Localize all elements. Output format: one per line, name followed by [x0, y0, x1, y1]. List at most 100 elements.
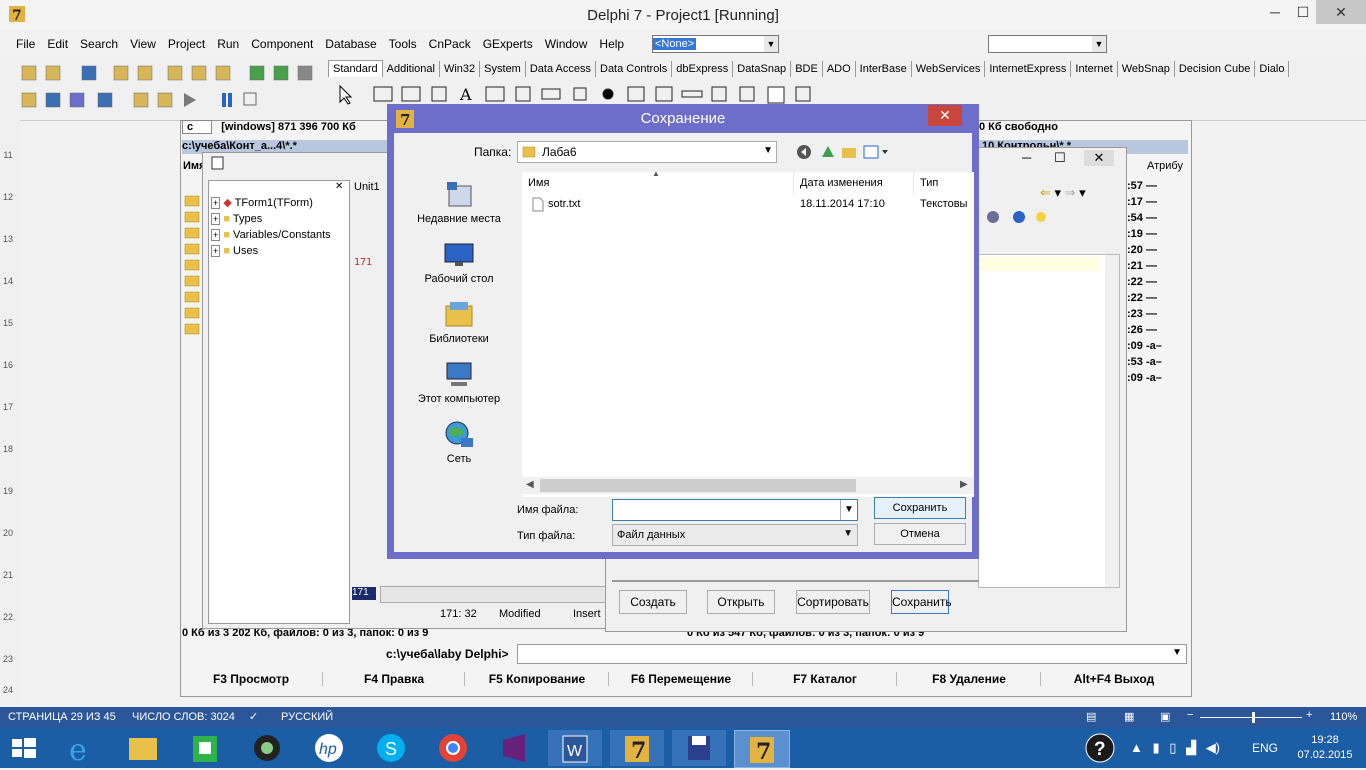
palette-tab-ado[interactable]: ADO: [823, 61, 856, 77]
close-icon[interactable]: ✕: [335, 181, 343, 192]
chevron-down-icon[interactable]: ▼: [840, 500, 857, 520]
menu-component[interactable]: Component: [245, 32, 319, 51]
language-indicator[interactable]: РУССКИЙ: [281, 711, 333, 723]
help-tray-icon[interactable]: ?: [1084, 732, 1116, 764]
folder-select[interactable]: Лаба6 ▼: [517, 141, 777, 163]
ie-taskbar-icon[interactable]: e: [54, 730, 108, 768]
menu-run[interactable]: Run: [211, 32, 245, 51]
maximize-button[interactable]: ☐: [1054, 150, 1066, 166]
f5-copy-button[interactable]: F5 Копирование: [464, 672, 609, 686]
minimize-button[interactable]: ─: [1022, 150, 1031, 165]
menu-tools[interactable]: Tools: [383, 32, 423, 51]
palette-tab-win32[interactable]: Win32: [440, 61, 481, 77]
palette-tab-webservices[interactable]: WebServices: [912, 61, 986, 77]
menu-file[interactable]: File: [10, 32, 41, 51]
palette-tab-standard[interactable]: Standard: [328, 60, 383, 77]
place-desktop[interactable]: Рабочий стол: [404, 240, 514, 285]
menu-search[interactable]: Search: [74, 32, 124, 51]
explorer-taskbar-icon[interactable]: [116, 730, 170, 766]
palette-tab-data-controls[interactable]: Data Controls: [596, 61, 673, 77]
filetype-select[interactable]: Файл данных ▼: [612, 524, 858, 546]
zoom-slider-thumb[interactable]: [1252, 712, 1255, 723]
app-memo[interactable]: [978, 254, 1120, 588]
tree-item-variables[interactable]: + ■ Variables/Constants: [211, 227, 331, 243]
memo-vscrollbar[interactable]: [1105, 255, 1119, 587]
read-mode-icon[interactable]: ▤: [1086, 710, 1096, 723]
tab-unit1[interactable]: Unit1: [354, 181, 380, 193]
word-taskbar-icon[interactable]: W: [548, 730, 602, 766]
palette-tab-datasnap[interactable]: DataSnap: [733, 61, 792, 77]
menu-cnpack[interactable]: CnPack: [423, 32, 477, 51]
store-taskbar-icon[interactable]: [178, 730, 232, 766]
f6-move-button[interactable]: F6 Перемещение: [608, 672, 753, 686]
forward-arrow-icon[interactable]: ⇒: [1065, 185, 1076, 200]
menu-edit[interactable]: Edit: [41, 32, 74, 51]
menu-window[interactable]: Window: [539, 32, 594, 51]
web-layout-icon[interactable]: ▣: [1160, 710, 1170, 723]
minimize-button[interactable]: ─: [1261, 0, 1289, 24]
chrome-taskbar-icon[interactable]: [426, 730, 480, 766]
column-date-header[interactable]: Дата изменения: [794, 172, 914, 194]
palette-tab-system[interactable]: System: [480, 61, 526, 77]
place-recent[interactable]: Недавние места: [404, 180, 514, 225]
proofing-icon[interactable]: ✓: [249, 710, 258, 723]
create-button[interactable]: Создать: [619, 590, 687, 614]
close-button[interactable]: ✕: [1316, 0, 1366, 24]
save-button[interactable]: Сохранить: [891, 590, 952, 614]
f7-mkdir-button[interactable]: F7 Каталог: [752, 672, 897, 686]
palette-tab-dbexpress[interactable]: dbExpress: [672, 61, 734, 77]
place-network[interactable]: Сеть: [404, 420, 514, 465]
palette-tab-internetexpress[interactable]: InternetExpress: [985, 61, 1072, 77]
maximize-button[interactable]: ☐: [1289, 0, 1317, 24]
chevron-down-icon[interactable]: ▼: [843, 528, 853, 539]
drive-selector[interactable]: c: [182, 120, 213, 134]
file-list[interactable]: Имя ▲ Дата изменения Тип sotr.txt 18.11.…: [522, 169, 974, 497]
palette-tab-additional[interactable]: Additional: [383, 61, 440, 77]
battery-icon[interactable]: ▮: [1153, 740, 1160, 755]
menu-help[interactable]: Help: [593, 32, 630, 51]
network-signal-icon[interactable]: ▟: [1186, 740, 1196, 755]
zoom-slider[interactable]: [1200, 717, 1302, 718]
windows-start-icon[interactable]: [8, 737, 38, 759]
palette-tab-data-access[interactable]: Data Access: [526, 61, 596, 77]
place-computer[interactable]: Этот компьютер: [404, 360, 514, 405]
tree-item-uses[interactable]: + ■ Uses: [211, 243, 331, 259]
visual-studio-taskbar-icon[interactable]: [488, 730, 542, 766]
chevron-up-icon[interactable]: ▲: [1130, 740, 1143, 755]
menu-project[interactable]: Project: [162, 32, 211, 51]
palette-tab-bde[interactable]: BDE: [791, 61, 823, 77]
menu-view[interactable]: View: [124, 32, 162, 51]
chevron-down-icon[interactable]: ▼: [763, 145, 773, 156]
palette-tab-dialogs[interactable]: Dialo: [1255, 61, 1290, 77]
delphi-taskbar-icon[interactable]: 7: [610, 730, 664, 766]
zoom-level[interactable]: 110%: [1330, 711, 1357, 723]
menu-gexperts[interactable]: GExperts: [477, 32, 539, 51]
hp-taskbar-icon[interactable]: hp: [302, 730, 356, 766]
dialog-close-button[interactable]: ✕: [928, 105, 962, 126]
menu-database[interactable]: Database: [319, 32, 382, 51]
skype-taskbar-icon[interactable]: S: [364, 730, 418, 766]
running-app-taskbar-icon[interactable]: 7: [734, 730, 790, 768]
dialog-save-button[interactable]: Сохранить: [874, 497, 966, 519]
volume-icon[interactable]: ◀): [1206, 740, 1220, 755]
scroll-right-icon[interactable]: ▶: [960, 479, 968, 490]
component-combo[interactable]: <None> ▼: [652, 35, 779, 53]
editor-hscrollbar[interactable]: [380, 586, 607, 603]
chevron-down-icon[interactable]: ▼: [1092, 36, 1106, 52]
palette-tab-websnap[interactable]: WebSnap: [1118, 61, 1175, 77]
back-arrow-icon[interactable]: ⇐: [1040, 185, 1051, 200]
alt-f4-exit-button[interactable]: Alt+F4 Выход: [1040, 672, 1187, 686]
zoom-out-icon[interactable]: −: [1187, 709, 1193, 721]
print-layout-icon[interactable]: ▦: [1124, 710, 1134, 723]
col-attr-header[interactable]: Атрибу: [1147, 160, 1183, 172]
clock[interactable]: 19:28 07.02.2015: [1290, 733, 1360, 763]
scroll-thumb[interactable]: [540, 479, 856, 492]
f8-delete-button[interactable]: F8 Удаление: [896, 672, 1041, 686]
word-count[interactable]: ЧИСЛО СЛОВ: 3024: [132, 711, 235, 723]
palette-tab-decision-cube[interactable]: Decision Cube: [1175, 61, 1256, 77]
table-row[interactable]: sotr.txt 18.11.2014 17:10 Текстовы: [522, 196, 974, 214]
sort-button[interactable]: Сортировать: [796, 590, 870, 614]
desktop-combo[interactable]: ▼: [988, 35, 1107, 53]
column-type-header[interactable]: Тип: [914, 172, 974, 194]
file-list-hscrollbar[interactable]: ◀ ▶: [522, 477, 974, 494]
